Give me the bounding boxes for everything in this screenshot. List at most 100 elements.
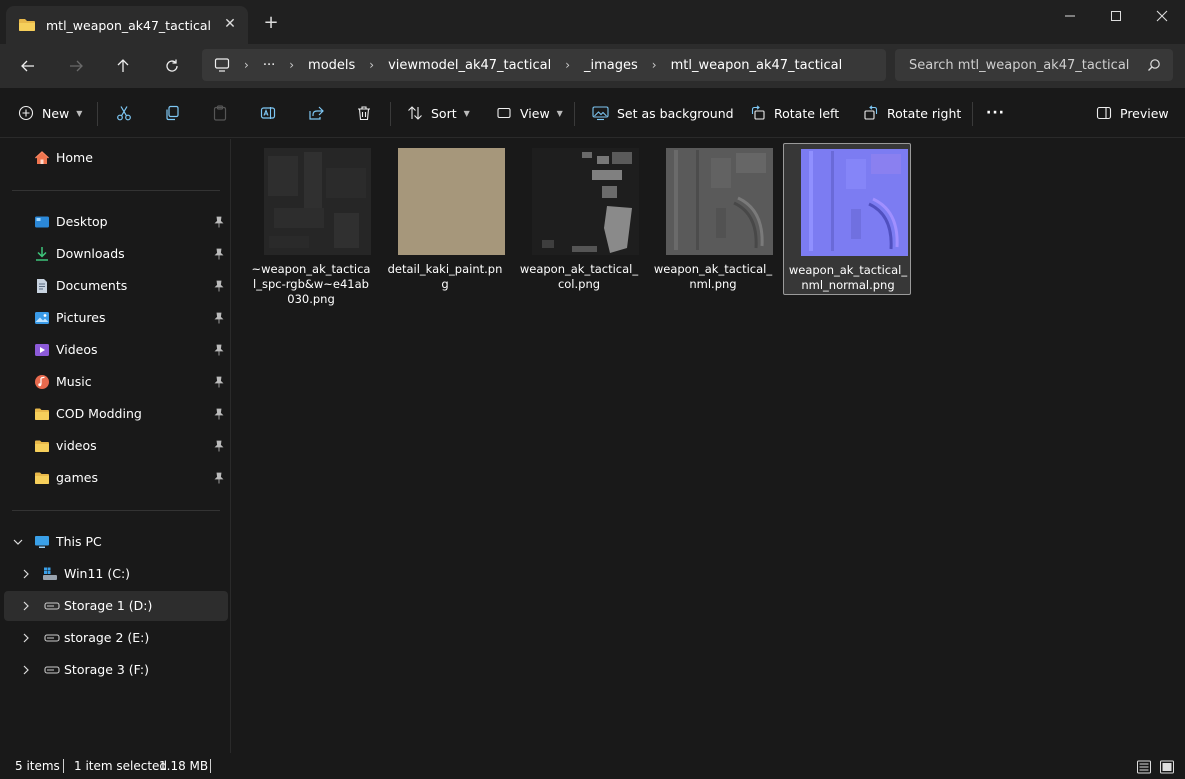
share-button[interactable] xyxy=(308,100,332,126)
sidebar-item-drive-e[interactable]: storage 2 (E:) xyxy=(4,623,228,653)
minimize-button[interactable] xyxy=(1047,0,1093,32)
chevron-right-icon xyxy=(23,569,29,579)
close-window-button[interactable] xyxy=(1139,0,1185,32)
image-thumbnail xyxy=(264,148,371,255)
pin-icon xyxy=(214,344,224,356)
file-name: weapon_ak_tactical_nml_normal.png xyxy=(788,263,908,292)
chevron-right-icon: › xyxy=(289,58,295,72)
rotate-right-label: Rotate right xyxy=(887,105,962,121)
sort-button[interactable]: Sort ▼ xyxy=(407,100,470,126)
sidebar-item-desktop[interactable]: Desktop xyxy=(4,207,228,237)
more-options-button[interactable]: ··· xyxy=(986,100,1005,126)
maximize-button[interactable] xyxy=(1093,0,1139,32)
rotate-left-icon xyxy=(751,105,765,120)
pin-icon xyxy=(214,248,224,260)
set-as-background-label: Set as background xyxy=(617,105,734,121)
status-bar: 5 items 1 item selected 1.18 MB xyxy=(0,753,1185,779)
sidebar-item-drive-d[interactable]: Storage 1 (D:) xyxy=(4,591,228,621)
cut-button[interactable] xyxy=(116,100,140,126)
sidebar-item-downloads[interactable]: Downloads xyxy=(4,239,228,269)
breadcrumb-current[interactable]: mtl_weapon_ak47_tactical xyxy=(671,58,843,73)
copy-button[interactable] xyxy=(164,100,188,126)
desktop-icon xyxy=(35,216,49,228)
sidebar-item-this-pc[interactable]: This PC xyxy=(4,527,228,557)
tab-title: mtl_weapon_ak47_tactical xyxy=(46,17,211,33)
home-icon xyxy=(35,151,49,164)
address-bar[interactable]: › ··· › models › viewmodel_ak47_tactical… xyxy=(202,49,886,81)
sidebar-item-music[interactable]: Music xyxy=(4,367,228,397)
desktop-background-icon xyxy=(592,106,609,121)
paste-button[interactable] xyxy=(212,100,236,126)
file-item[interactable]: weapon_ak_tactical_col.png xyxy=(515,143,643,295)
rotate-left-button[interactable]: Rotate left xyxy=(750,100,839,126)
toolbar-divider xyxy=(390,102,391,126)
folder-icon xyxy=(19,19,35,31)
image-thumbnail xyxy=(532,148,639,255)
sidebar-item-games[interactable]: games xyxy=(4,463,228,493)
back-button[interactable] xyxy=(13,52,43,80)
sidebar-item-label: Storage 3 (F:) xyxy=(64,662,149,677)
rename-icon xyxy=(260,107,276,119)
sidebar-item-cod-modding[interactable]: COD Modding xyxy=(4,399,228,429)
item-count: 5 items xyxy=(15,759,60,773)
active-tab[interactable]: mtl_weapon_ak47_tactical ✕ xyxy=(6,6,248,44)
breadcrumb-models[interactable]: models xyxy=(308,58,355,73)
preview-pane-button[interactable]: Preview xyxy=(1096,100,1169,126)
sidebar-item-videos-folder[interactable]: videos xyxy=(4,431,228,461)
breadcrumb-viewmodel[interactable]: viewmodel_ak47_tactical xyxy=(388,58,551,73)
file-item[interactable]: weapon_ak_tactical_nml_normal.png xyxy=(783,143,911,295)
close-tab-button[interactable]: ✕ xyxy=(222,16,238,32)
chevron-down-icon: ▼ xyxy=(556,108,563,118)
sidebar-item-videos[interactable]: Videos xyxy=(4,335,228,365)
delete-button[interactable] xyxy=(356,100,380,126)
preview-pane-icon xyxy=(1096,106,1112,120)
sidebar-item-pictures[interactable]: Pictures xyxy=(4,303,228,333)
file-list: ~weapon_ak_tactical_spc-rgb&w~e41ab030.p… xyxy=(232,139,1185,753)
large-icons-view-button[interactable] xyxy=(1157,757,1177,777)
file-name: weapon_ak_tactical_nml.png xyxy=(653,262,773,291)
computer-icon xyxy=(35,536,49,548)
sidebar-item-documents[interactable]: Documents xyxy=(4,271,228,301)
sidebar-item-home[interactable]: Home xyxy=(4,143,228,173)
copy-icon xyxy=(166,105,179,121)
pin-icon xyxy=(214,216,224,228)
up-button[interactable] xyxy=(108,52,138,80)
selection-count: 1 item selected xyxy=(74,759,168,773)
new-tab-button[interactable]: + xyxy=(262,14,280,32)
videos-icon xyxy=(35,344,49,356)
pin-icon xyxy=(214,280,224,292)
file-item[interactable]: weapon_ak_tactical_nml.png xyxy=(649,143,777,295)
sidebar-item-drive-f[interactable]: Storage 3 (F:) xyxy=(4,655,228,685)
computer-icon xyxy=(214,58,230,72)
new-button[interactable]: New ▼ xyxy=(18,100,82,126)
breadcrumb-images[interactable]: _images xyxy=(584,58,638,73)
file-name: weapon_ak_tactical_col.png xyxy=(519,262,639,291)
breadcrumb-overflow[interactable]: ··· xyxy=(263,58,275,73)
pin-icon xyxy=(214,376,224,388)
file-item[interactable]: detail_kaki_paint.png xyxy=(381,143,509,295)
chevron-right-icon xyxy=(23,601,29,611)
forward-button[interactable] xyxy=(61,52,91,80)
file-item[interactable]: ~weapon_ak_tactical_spc-rgb&w~e41ab030.p… xyxy=(247,143,375,306)
folder-icon xyxy=(35,408,49,420)
view-button[interactable]: View ▼ xyxy=(496,100,563,126)
set-as-background-button[interactable]: Set as background xyxy=(592,100,734,126)
chevron-right-icon xyxy=(23,665,29,675)
sort-icon xyxy=(408,106,422,120)
sidebar-item-label: games xyxy=(56,470,98,485)
search-input[interactable]: Search mtl_weapon_ak47_tactical xyxy=(895,49,1173,81)
sidebar-item-label: Home xyxy=(56,150,93,165)
sidebar-item-label: Downloads xyxy=(56,246,125,261)
drive-icon xyxy=(44,602,60,610)
rotate-right-button[interactable]: Rotate right xyxy=(863,100,961,126)
details-view-button[interactable] xyxy=(1134,757,1154,777)
sidebar-item-label: Documents xyxy=(56,278,128,293)
drive-icon xyxy=(44,634,60,642)
refresh-button[interactable] xyxy=(157,52,187,80)
rename-button[interactable] xyxy=(260,100,284,126)
arrow-up-icon xyxy=(117,59,129,72)
pin-icon xyxy=(214,408,224,420)
sidebar-item-drive-c[interactable]: Win11 (C:) xyxy=(4,559,228,589)
sidebar-divider xyxy=(12,190,220,191)
view-label: View xyxy=(520,105,550,121)
